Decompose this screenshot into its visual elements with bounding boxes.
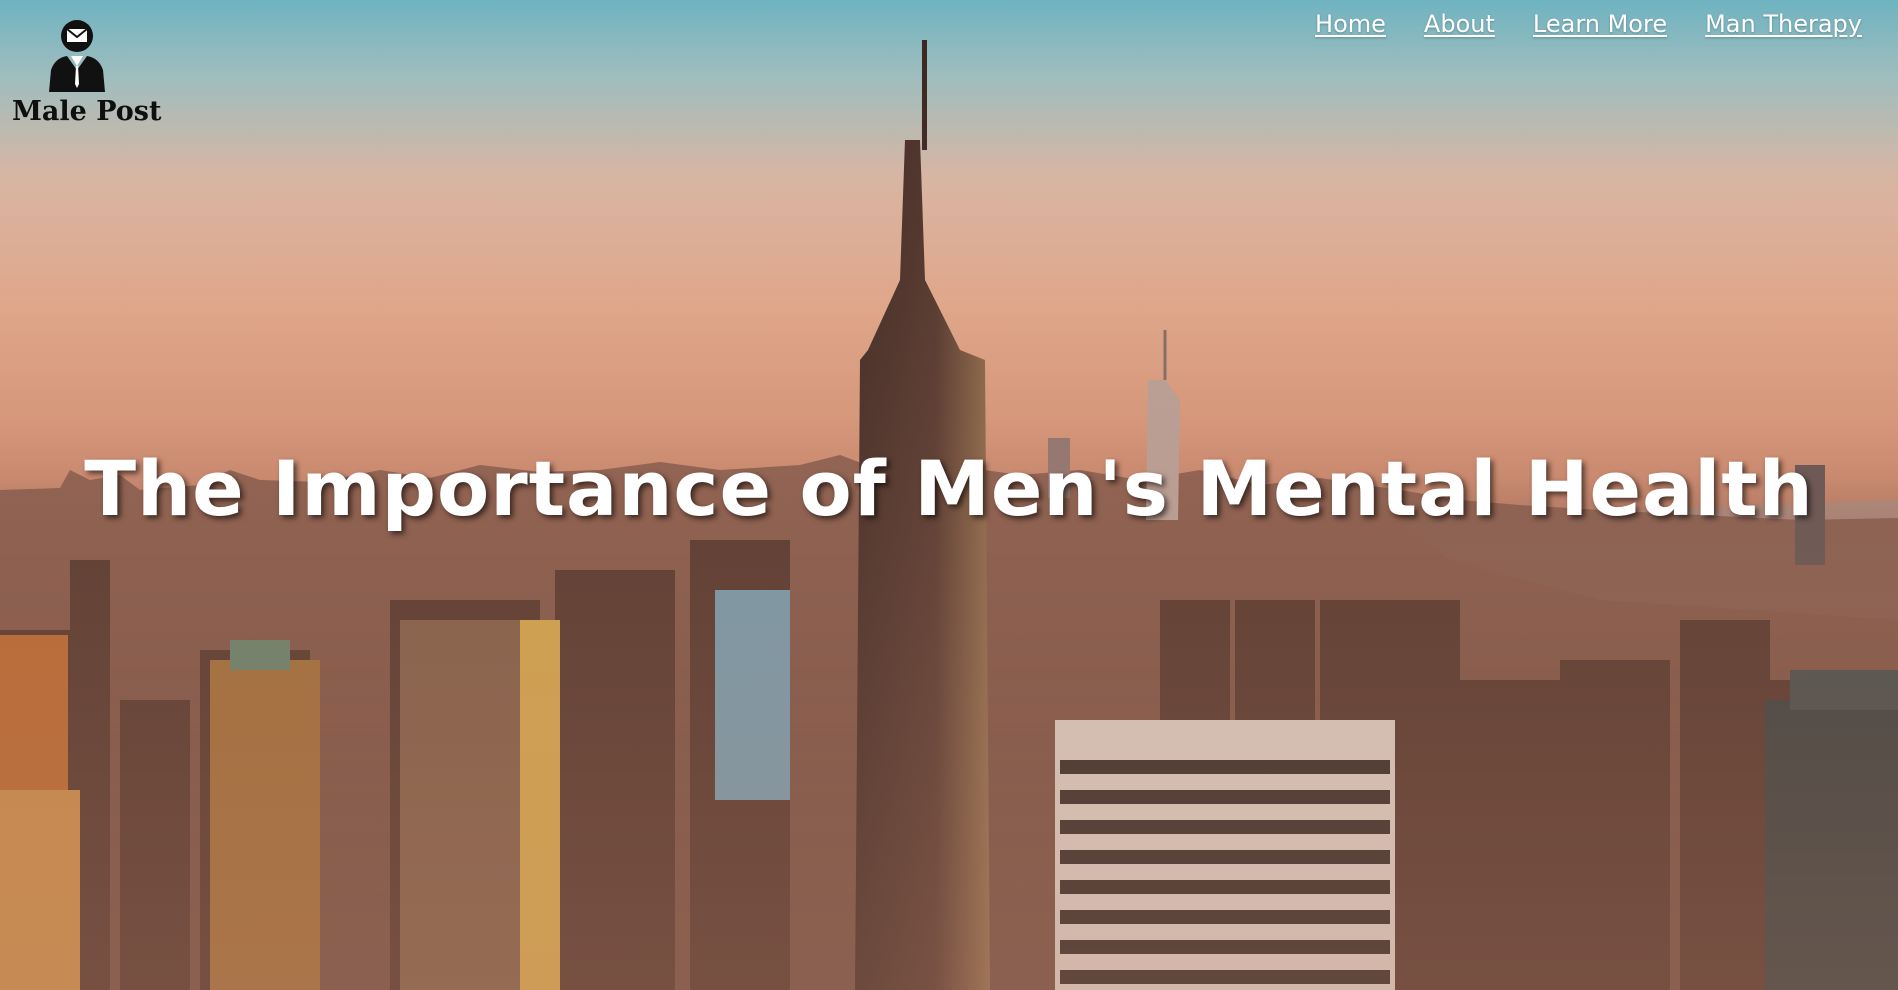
nav-link-man-therapy[interactable]: Man Therapy bbox=[1705, 10, 1862, 38]
hero-section: Male Post Home About Learn More Man Ther… bbox=[0, 0, 1898, 990]
brand-name: Male Post bbox=[12, 96, 162, 127]
brand-logo[interactable]: Male Post bbox=[12, 14, 162, 127]
nav-link-about[interactable]: About bbox=[1424, 10, 1495, 38]
main-nav: Home About Learn More Man Therapy bbox=[1315, 10, 1862, 38]
hero-headline: The Importance of Men's Mental Health bbox=[84, 444, 1814, 533]
man-with-mail-icon bbox=[49, 20, 105, 92]
nav-link-learn-more[interactable]: Learn More bbox=[1533, 10, 1667, 38]
nav-link-home[interactable]: Home bbox=[1315, 10, 1386, 38]
